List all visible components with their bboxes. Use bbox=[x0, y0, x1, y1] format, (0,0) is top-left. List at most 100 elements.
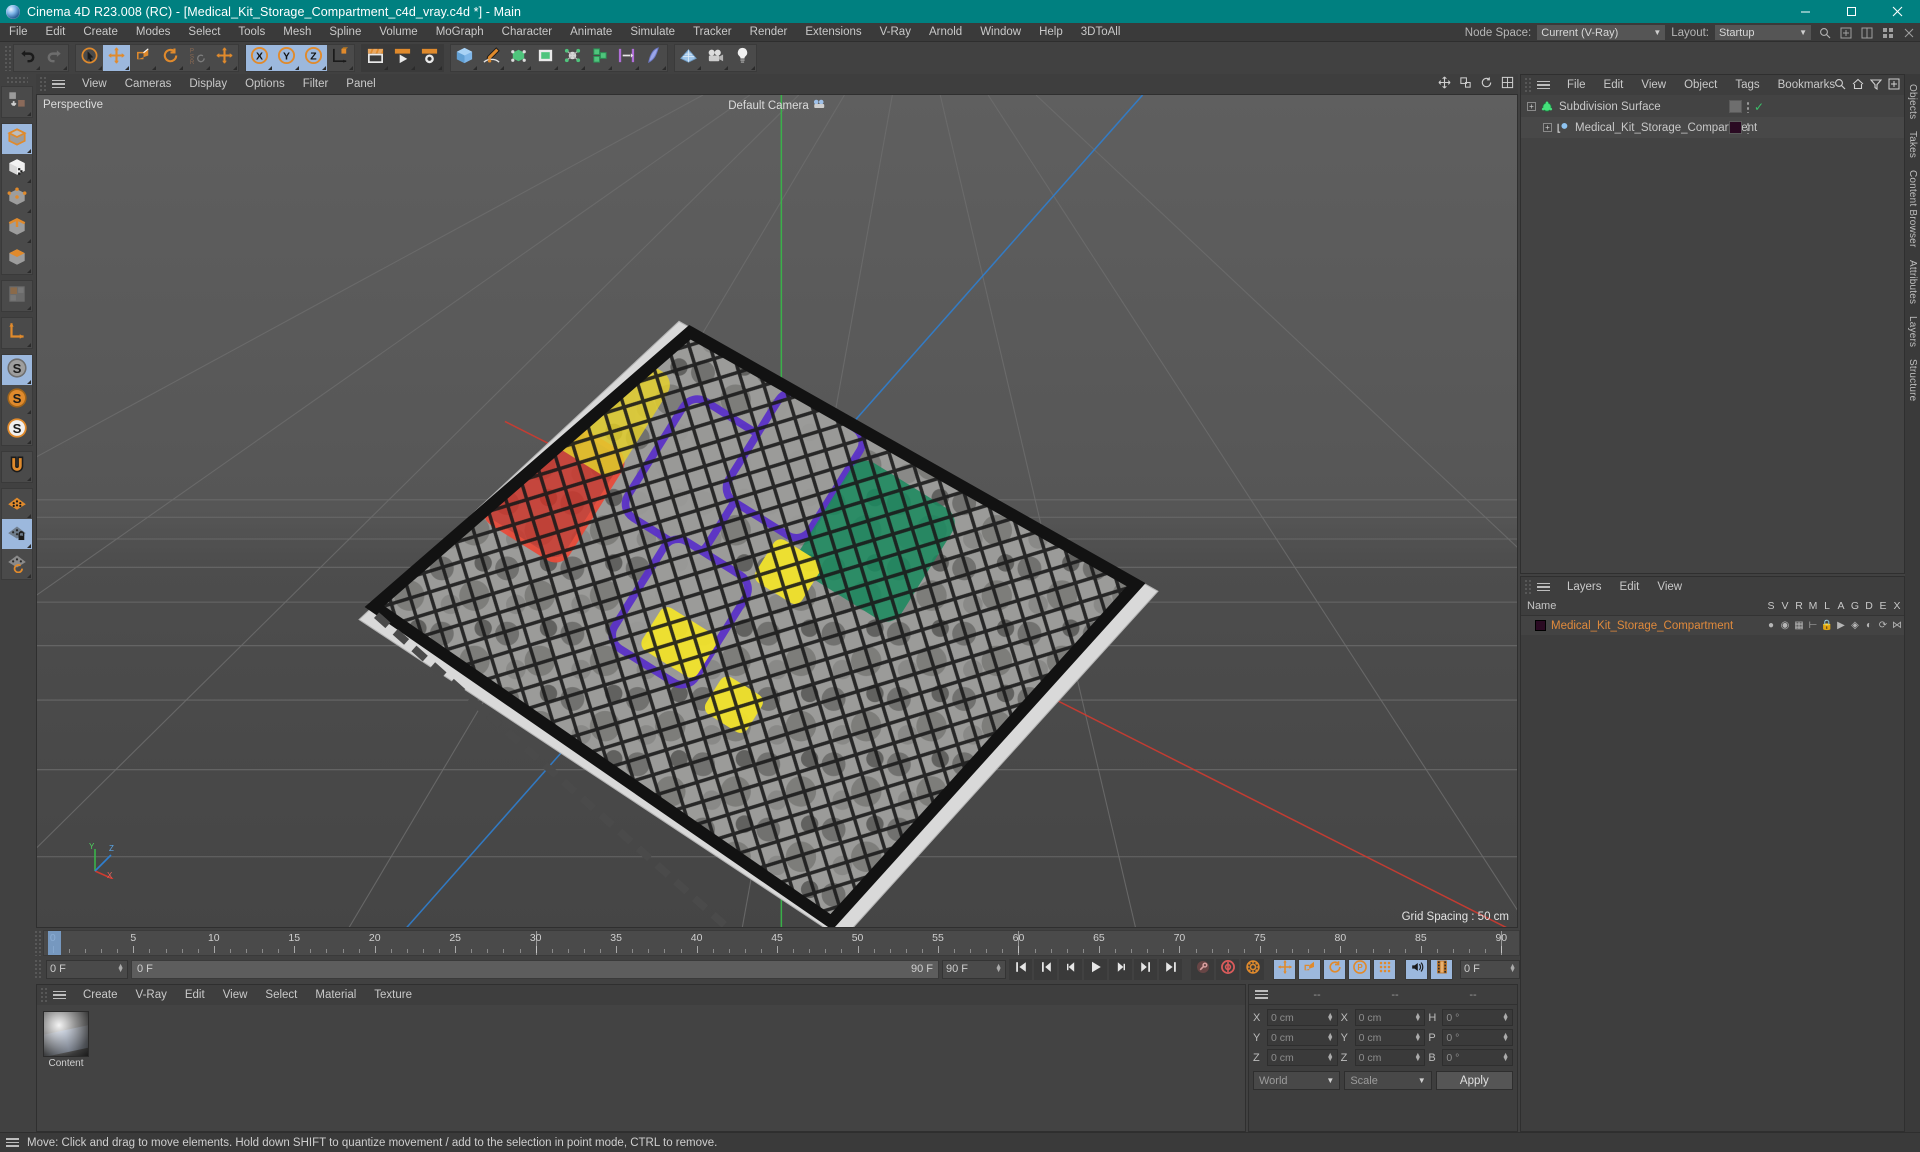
rotate-hud-icon[interactable] bbox=[1480, 76, 1493, 92]
panel-layout-icon[interactable] bbox=[1859, 25, 1874, 40]
search-icon[interactable] bbox=[1834, 78, 1846, 93]
add-panel-icon[interactable] bbox=[1888, 78, 1900, 93]
current-frame-field[interactable]: 0 F ▲ ▼ bbox=[1460, 959, 1520, 979]
workplane-button[interactable] bbox=[2, 489, 32, 519]
hamburger-icon[interactable] bbox=[53, 990, 66, 1000]
go-to-previous-key-button[interactable] bbox=[1034, 958, 1057, 980]
layer-drag-handle[interactable] bbox=[1524, 579, 1531, 595]
apply-button[interactable]: Apply bbox=[1435, 1071, 1513, 1090]
model-mode-button[interactable] bbox=[2, 124, 32, 154]
layer-menu-view[interactable]: View bbox=[1648, 578, 1691, 597]
menu-item-tracker[interactable]: Tracker bbox=[684, 23, 741, 42]
menu-item-window[interactable]: Window bbox=[971, 23, 1030, 42]
coord-input-size-0[interactable]: 0 cm ▲ ▼ bbox=[1354, 1009, 1426, 1026]
object-menu-object[interactable]: Object bbox=[1675, 76, 1726, 95]
menu-item-mesh[interactable]: Mesh bbox=[274, 23, 320, 42]
step-back-button[interactable] bbox=[1059, 958, 1082, 980]
param-key-button[interactable]: P bbox=[1348, 958, 1371, 980]
point-level-anim-button[interactable] bbox=[1373, 958, 1396, 980]
spinner-icon[interactable]: ▲ ▼ bbox=[1502, 1052, 1509, 1063]
nurbs-button[interactable] bbox=[532, 45, 559, 71]
layer-row[interactable]: Medical_Kit_Storage_Compartment ● ◉ ▦ ⊢ 🔒 ▶ ◈ ◐ ⟳… bbox=[1521, 616, 1904, 635]
undo-button[interactable] bbox=[14, 45, 41, 71]
viewport-drag-handle[interactable] bbox=[39, 76, 46, 92]
tag-dots-icon[interactable] bbox=[1746, 100, 1750, 113]
layer-menu-edit[interactable]: Edit bbox=[1611, 578, 1649, 597]
menu-item-v-ray[interactable]: V-Ray bbox=[871, 23, 920, 42]
world-object-axis-button[interactable] bbox=[327, 45, 354, 71]
psr-tool-button[interactable]: PSR bbox=[184, 45, 211, 71]
coord-input-position-0[interactable]: 0 cm ▲ ▼ bbox=[1267, 1009, 1338, 1026]
material-menu-texture[interactable]: Texture bbox=[365, 986, 421, 1005]
scale-tool-button[interactable] bbox=[130, 45, 157, 71]
material-menu-view[interactable]: View bbox=[214, 986, 257, 1005]
material-list[interactable]: Content bbox=[37, 1005, 1245, 1131]
maximize-view-icon[interactable] bbox=[1501, 76, 1514, 92]
tree-expand-icon[interactable]: + bbox=[1543, 123, 1552, 132]
material-item[interactable]: Content bbox=[43, 1011, 89, 1069]
film-strip-button[interactable] bbox=[1430, 958, 1453, 980]
right-tab-content-browser[interactable]: Content Browser bbox=[1907, 164, 1918, 253]
right-tab-takes[interactable]: Takes bbox=[1907, 125, 1918, 164]
menu-item-render[interactable]: Render bbox=[741, 23, 797, 42]
enable-axis-button[interactable] bbox=[2, 318, 32, 348]
menu-item-create[interactable]: Create bbox=[74, 23, 127, 42]
mograph-button[interactable] bbox=[586, 45, 613, 71]
spinner-icon[interactable]: ▲ ▼ bbox=[1414, 1012, 1421, 1023]
go-to-next-key-button[interactable] bbox=[1134, 958, 1157, 980]
sound-button[interactable] bbox=[1405, 958, 1428, 980]
add-light-button[interactable] bbox=[729, 45, 756, 71]
menu-item-animate[interactable]: Animate bbox=[561, 23, 621, 42]
object-menu-bookmarks[interactable]: Bookmarks bbox=[1769, 76, 1845, 95]
maximize-icon[interactable] bbox=[1828, 0, 1874, 23]
object-tree[interactable]: + Subdivision Surface ✓ + Medical_Kit_Storag… bbox=[1521, 95, 1904, 573]
menu-item-mograph[interactable]: MoGraph bbox=[427, 23, 493, 42]
layer-flag-V-icon[interactable]: ◉ bbox=[1778, 620, 1792, 631]
layer-color-swatch[interactable] bbox=[1535, 620, 1546, 631]
spinner-icon[interactable]: ▲ ▼ bbox=[1414, 1032, 1421, 1043]
render-to-picture-viewer-button[interactable] bbox=[389, 45, 416, 71]
close-icon[interactable] bbox=[1874, 0, 1920, 23]
material-tag-dark[interactable] bbox=[1729, 121, 1742, 134]
coord-input-position-1[interactable]: 0 cm ▲ ▼ bbox=[1267, 1029, 1338, 1046]
spinner-icon[interactable]: ▲ ▼ bbox=[1414, 1052, 1421, 1063]
close-layout-icon[interactable] bbox=[1901, 25, 1916, 40]
menu-item-3dtoall[interactable]: 3DToAll bbox=[1072, 23, 1130, 42]
blank-tag[interactable] bbox=[1729, 100, 1742, 113]
coordinate-space-select[interactable]: World ▼ bbox=[1253, 1071, 1341, 1090]
position-key-button[interactable] bbox=[1273, 958, 1296, 980]
viewport-camera-label-group[interactable]: Default Camera bbox=[728, 99, 826, 112]
coord-input-size-1[interactable]: 0 cm ▲ ▼ bbox=[1354, 1029, 1426, 1046]
layer-flag-D-icon[interactable]: ◐ bbox=[1862, 620, 1876, 631]
menu-item-file[interactable]: File bbox=[0, 23, 37, 42]
timeline-playhead-cursor[interactable] bbox=[48, 931, 62, 955]
coordinate-mode-select[interactable]: Scale ▼ bbox=[1344, 1071, 1432, 1090]
menu-item-character[interactable]: Character bbox=[493, 23, 562, 42]
hamburger-icon[interactable] bbox=[1537, 80, 1550, 90]
visibility-check-icon[interactable]: ✓ bbox=[1754, 100, 1764, 114]
coord-input-rotation-0[interactable]: 0 ° ▲ ▼ bbox=[1442, 1009, 1514, 1026]
perspective-viewport[interactable]: Perspective Default Camera Y Z X Grid Sp… bbox=[36, 94, 1518, 928]
viewport-menu-filter[interactable]: Filter bbox=[294, 74, 338, 94]
lock-workplane-button[interactable] bbox=[2, 519, 32, 549]
material-drag-handle[interactable] bbox=[40, 987, 47, 1003]
object-menu-file[interactable]: File bbox=[1558, 76, 1595, 95]
object-menu-tags[interactable]: Tags bbox=[1726, 76, 1768, 95]
object-drag-handle[interactable] bbox=[1524, 77, 1531, 93]
uv-mode-button[interactable] bbox=[2, 281, 32, 311]
hamburger-icon[interactable] bbox=[6, 1138, 19, 1147]
layer-flag-A-icon[interactable]: ▶ bbox=[1834, 620, 1848, 631]
grid-layout-icon[interactable] bbox=[1880, 25, 1895, 40]
texture-mode-button[interactable] bbox=[2, 154, 32, 184]
object-menu-view[interactable]: View bbox=[1632, 76, 1675, 95]
timeline-controls-drag-handle[interactable] bbox=[34, 959, 41, 979]
viewport-menu-display[interactable]: Display bbox=[180, 74, 236, 94]
spinner-icon[interactable]: ▲ ▼ bbox=[117, 963, 124, 974]
add-spline-button[interactable] bbox=[478, 45, 505, 71]
timeline-drag-handle[interactable] bbox=[34, 930, 41, 956]
make-editable-button[interactable] bbox=[2, 87, 32, 117]
hamburger-icon[interactable] bbox=[1537, 582, 1550, 592]
spinner-icon[interactable]: ▲ ▼ bbox=[1502, 1012, 1509, 1023]
points-mode-button[interactable] bbox=[2, 184, 32, 214]
viewport-menu-view[interactable]: View bbox=[73, 74, 116, 94]
